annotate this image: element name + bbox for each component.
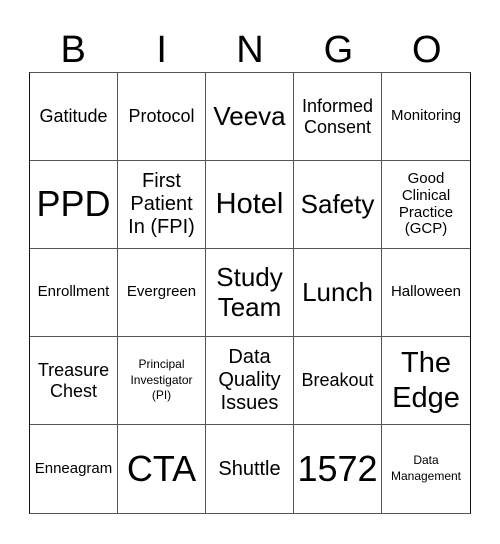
header-letter-g: G xyxy=(323,29,354,71)
cell-label: Enrollment xyxy=(37,283,110,301)
cell-label: PPD xyxy=(36,183,111,225)
cell-label: Halloween xyxy=(390,283,462,301)
bingo-cell[interactable]: The Edge xyxy=(382,337,470,425)
cell-label: Veeva xyxy=(213,100,286,131)
bingo-cell[interactable]: Safety xyxy=(294,161,382,249)
cell-label: Gatitude xyxy=(39,106,108,127)
cell-label: Hotel xyxy=(215,188,284,221)
bingo-cell[interactable]: First Patient In (FPI) xyxy=(118,161,206,249)
header-letter-b: B xyxy=(60,29,86,71)
cell-label: Protocol xyxy=(128,106,195,127)
cell-label: Data Quality Issues xyxy=(218,346,281,414)
cell-label: CTA xyxy=(126,447,197,489)
bingo-cell[interactable]: Enrollment xyxy=(30,249,118,337)
cell-label: Principal Investigator (PI) xyxy=(130,357,193,403)
bingo-board: Gatitude Protocol Veeva Informed Consent… xyxy=(29,72,471,514)
bingo-cell[interactable]: Informed Consent xyxy=(294,73,382,161)
cell-label: First Patient In (FPI) xyxy=(128,170,195,238)
bingo-cell[interactable]: Study Team xyxy=(206,249,294,337)
bingo-header: B I N G O xyxy=(29,22,471,72)
bingo-cell[interactable]: 1572 xyxy=(294,425,382,513)
bingo-cell[interactable]: CTA xyxy=(118,425,206,513)
bingo-cell[interactable]: Gatitude xyxy=(30,73,118,161)
cell-label: Study Team xyxy=(216,262,283,322)
header-letter-i: I xyxy=(156,29,167,71)
bingo-cell[interactable]: Protocol xyxy=(118,73,206,161)
cell-label: Safety xyxy=(300,188,375,219)
cell-label: 1572 xyxy=(297,447,378,489)
bingo-cell[interactable]: Shuttle xyxy=(206,425,294,513)
bingo-cell[interactable]: Principal Investigator (PI) xyxy=(118,337,206,425)
bingo-cell[interactable]: Lunch xyxy=(294,249,382,337)
bingo-cell[interactable]: Enneagram xyxy=(30,425,118,513)
cell-label: Treasure Chest xyxy=(37,360,110,401)
cell-label: Informed Consent xyxy=(301,96,374,137)
cell-label: Data Management xyxy=(390,453,462,483)
cell-label: Good Clinical Practice (GCP) xyxy=(398,169,454,238)
bingo-cell[interactable]: Evergreen xyxy=(118,249,206,337)
cell-label: Shuttle xyxy=(218,457,281,480)
header-letter-n: N xyxy=(236,29,264,71)
cell-label: Breakout xyxy=(301,370,374,391)
cell-label: Lunch xyxy=(302,276,373,307)
bingo-cell[interactable]: Treasure Chest xyxy=(30,337,118,425)
bingo-cell[interactable]: Monitoring xyxy=(382,73,470,161)
cell-label: Monitoring xyxy=(390,107,462,125)
header-letter-o: O xyxy=(412,29,442,71)
bingo-cell[interactable]: Veeva xyxy=(206,73,294,161)
bingo-cell[interactable]: Data Management xyxy=(382,425,470,513)
bingo-cell[interactable]: Breakout xyxy=(294,337,382,425)
cell-label: Enneagram xyxy=(34,459,113,477)
cell-label: Evergreen xyxy=(126,283,197,301)
bingo-cell[interactable]: Halloween xyxy=(382,249,470,337)
cell-label: The Edge xyxy=(392,346,460,414)
bingo-cell[interactable]: PPD xyxy=(30,161,118,249)
bingo-cell[interactable]: Data Quality Issues xyxy=(206,337,294,425)
bingo-cell[interactable]: Good Clinical Practice (GCP) xyxy=(382,161,470,249)
bingo-cell[interactable]: Hotel xyxy=(206,161,294,249)
